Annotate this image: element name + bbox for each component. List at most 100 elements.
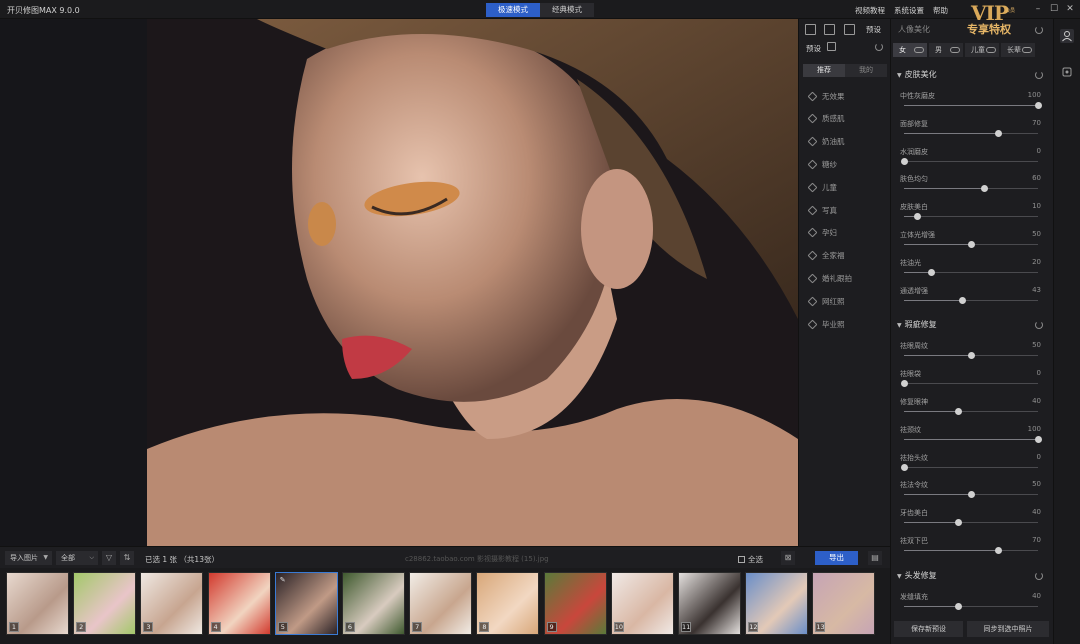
section-header[interactable]: ▼ 头发修复 <box>897 570 937 581</box>
photo-thumbnail[interactable]: ✎ 5 <box>274 572 338 635</box>
video-tutorial-link[interactable]: 视频教程 <box>855 5 885 16</box>
photo-thumbnail[interactable]: 12 <box>745 572 809 635</box>
slider-track[interactable] <box>904 602 1038 610</box>
preset-item[interactable]: 网红照 <box>807 295 845 307</box>
slider-track[interactable] <box>904 213 1038 221</box>
slider-track[interactable] <box>904 185 1038 193</box>
slider-track[interactable] <box>904 547 1038 554</box>
system-settings-link[interactable]: 系统设置 <box>894 5 924 16</box>
gender-button[interactable]: 长辈 <box>1001 43 1035 57</box>
photo-thumbnail[interactable]: 1 <box>6 572 69 635</box>
slider-track[interactable] <box>904 268 1038 276</box>
section-header[interactable]: ▼ 皮肤美化 <box>897 69 937 80</box>
photo-thumbnail[interactable]: 9 <box>543 572 607 635</box>
slider-track[interactable] <box>904 435 1042 443</box>
slider-knob[interactable] <box>927 268 935 276</box>
sort-icon[interactable]: ⇅ <box>120 551 134 565</box>
slider-track[interactable] <box>904 352 1038 360</box>
section-reset-icon[interactable] <box>1035 71 1043 79</box>
grid-view-icon[interactable]: ⊠ <box>781 551 795 565</box>
slider-knob[interactable] <box>968 491 975 499</box>
maximize-icon[interactable]: ☐ <box>1048 3 1060 15</box>
slider-track[interactable] <box>904 102 1042 109</box>
section-reset-icon[interactable] <box>1035 571 1043 580</box>
slider-track[interactable] <box>904 241 1038 248</box>
slider-knob[interactable] <box>1035 102 1042 109</box>
photo-thumbnail[interactable]: 13 <box>812 572 876 635</box>
gender-button[interactable]: 女 <box>893 43 927 57</box>
slider-track[interactable] <box>904 296 1038 304</box>
photo-thumbnail[interactable]: 2 <box>73 572 137 635</box>
slider-knob[interactable] <box>958 296 966 304</box>
preset-item[interactable]: 质感肌 <box>807 113 845 125</box>
slider-knob[interactable] <box>954 408 962 415</box>
preset-item[interactable]: 无效果 <box>807 90 845 102</box>
crop-icon[interactable] <box>844 24 855 35</box>
slider-track[interactable] <box>904 491 1038 499</box>
slider-track[interactable] <box>901 380 1038 388</box>
preset-item[interactable]: 儿童 <box>807 181 837 193</box>
panel-reset-icon[interactable] <box>1035 26 1043 34</box>
save-preset-button[interactable]: 保存新预设 <box>894 621 963 637</box>
slider-knob[interactable] <box>954 519 962 527</box>
close-icon[interactable]: ✕ <box>1064 3 1076 15</box>
select-all-checkbox[interactable]: 全选 <box>738 554 763 565</box>
slider-knob[interactable] <box>981 185 989 193</box>
slider-track[interactable] <box>904 519 1038 527</box>
tab-mine[interactable]: 我的 <box>845 64 887 77</box>
portrait-icon[interactable] <box>1060 29 1074 43</box>
panel-toggle-icon[interactable]: ▤ <box>868 551 882 565</box>
photo-thumbnail[interactable]: 8 <box>476 572 540 635</box>
gender-button[interactable]: 儿童 <box>965 43 999 57</box>
slider-knob[interactable] <box>901 157 908 165</box>
minimize-icon[interactable]: – <box>1032 3 1044 15</box>
photo-thumbnail[interactable]: 11 <box>678 572 741 635</box>
section-reset-icon[interactable] <box>1035 321 1043 330</box>
photo-thumbnail[interactable]: 10 <box>610 572 674 635</box>
section-header[interactable]: ▼ 瑕疵修复 <box>897 319 937 330</box>
compare-icon[interactable] <box>805 24 816 35</box>
preset-item[interactable]: 写真 <box>807 204 837 216</box>
export-button[interactable]: 导出 <box>815 551 858 565</box>
slider-track[interactable] <box>904 408 1038 415</box>
photo-thumbnail[interactable]: 4 <box>207 572 271 635</box>
mode-classic-button[interactable]: 经典模式 <box>540 3 594 17</box>
slider-track[interactable] <box>901 157 1038 165</box>
slider-knob[interactable] <box>954 602 962 610</box>
photo-thumbnail[interactable]: 3 <box>140 572 204 635</box>
preset-item[interactable]: 奶油肌 <box>807 136 845 148</box>
slider-label: 祛法令纹 <box>900 481 928 490</box>
slider-knob[interactable] <box>994 547 1002 554</box>
slider-knob[interactable] <box>994 129 1002 137</box>
help-link[interactable]: 帮助 <box>933 5 948 16</box>
sync-to-selected-button[interactable]: 同步到选中照片 <box>967 621 1049 637</box>
preset-item[interactable]: 全家福 <box>807 250 845 262</box>
mode-fast-button[interactable]: 极速模式 <box>486 3 540 17</box>
preset-toolbar-label[interactable]: 预设 <box>866 24 881 35</box>
funnel-icon[interactable]: ▽ <box>102 551 116 565</box>
preset-item[interactable]: 毕业照 <box>807 318 845 330</box>
preset-item[interactable]: 糖纱 <box>807 158 837 170</box>
main-photo[interactable] <box>147 19 798 546</box>
slider-knob[interactable] <box>968 352 975 360</box>
effects-icon[interactable] <box>1060 65 1074 79</box>
import-dropdown[interactable]: 导入图片 ▼ <box>5 551 52 565</box>
gender-button[interactable]: 男 <box>929 43 963 57</box>
preset-reset-icon[interactable] <box>875 43 883 51</box>
preset-import-icon[interactable] <box>827 42 836 51</box>
filter-dropdown[interactable]: 全部 ⌵ <box>56 551 98 565</box>
slider-track[interactable] <box>901 463 1038 471</box>
slider-knob[interactable] <box>914 213 922 221</box>
vip-badge[interactable]: VIP 会员 专享特权 <box>965 1 1025 39</box>
slider-knob[interactable] <box>901 463 908 471</box>
preset-item[interactable]: 婚礼跟拍 <box>807 272 852 284</box>
preset-item[interactable]: 孕妇 <box>807 227 837 239</box>
slider-track[interactable] <box>904 129 1038 137</box>
slider-knob[interactable] <box>1035 435 1042 443</box>
fit-screen-icon[interactable] <box>824 24 835 35</box>
slider-knob[interactable] <box>968 241 975 248</box>
slider-knob[interactable] <box>901 380 908 388</box>
photo-thumbnail[interactable]: 7 <box>409 572 473 635</box>
photo-thumbnail[interactable]: 6 <box>342 572 405 635</box>
tab-recommended[interactable]: 推荐 <box>803 64 845 77</box>
